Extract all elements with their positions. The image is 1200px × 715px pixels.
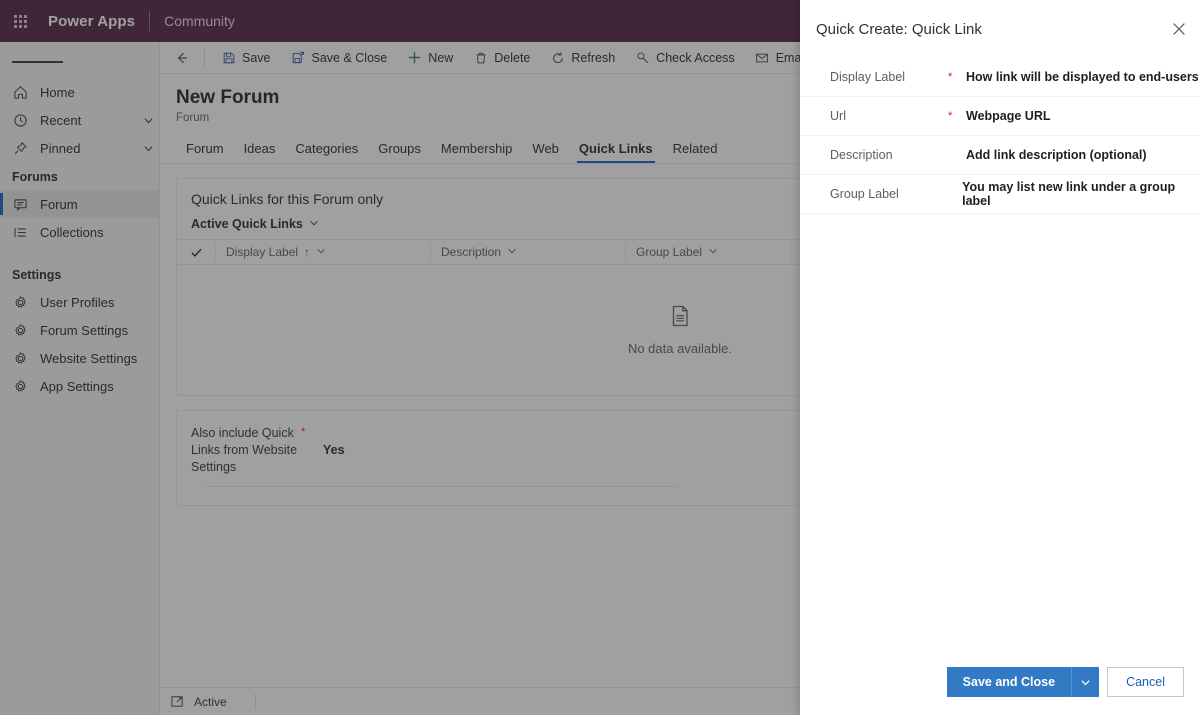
quick-create-field-url: Url * Webpage URL xyxy=(800,97,1200,136)
field-label: Description xyxy=(830,148,893,162)
description-input[interactable]: Add link description (optional) xyxy=(966,148,1147,162)
url-input[interactable]: Webpage URL xyxy=(966,109,1051,123)
quick-create-field-group-label: Group Label You may list new link under … xyxy=(800,175,1200,214)
save-and-close-split-button: Save and Close xyxy=(946,667,1100,697)
close-icon[interactable] xyxy=(1158,8,1200,50)
field-label: Group Label xyxy=(830,187,899,201)
save-and-close-button[interactable]: Save and Close xyxy=(946,667,1072,697)
modal-overlay[interactable] xyxy=(0,0,800,715)
group-label-input[interactable]: You may list new link under a group labe… xyxy=(962,180,1200,208)
quick-create-footer: Save and Close Cancel xyxy=(946,667,1184,697)
cancel-button[interactable]: Cancel xyxy=(1107,667,1184,697)
display-label-input[interactable]: How link will be displayed to end-users xyxy=(966,70,1199,84)
app-root: Power Apps Community Home Recent Pinned … xyxy=(0,0,1200,715)
quick-create-field-description: Description Add link description (option… xyxy=(800,136,1200,175)
quick-create-panel: Quick Create: Quick Link Display Label *… xyxy=(800,0,1200,715)
quick-create-header: Quick Create: Quick Link xyxy=(800,0,1200,58)
quick-create-field-display-label: Display Label * How link will be display… xyxy=(800,58,1200,97)
field-label: Display Label xyxy=(830,70,906,84)
quick-create-title: Quick Create: Quick Link xyxy=(816,20,982,38)
required-marker: * xyxy=(948,110,953,122)
chevron-down-icon[interactable] xyxy=(1071,667,1100,697)
required-marker: * xyxy=(948,71,953,83)
field-label: Url xyxy=(830,109,846,123)
